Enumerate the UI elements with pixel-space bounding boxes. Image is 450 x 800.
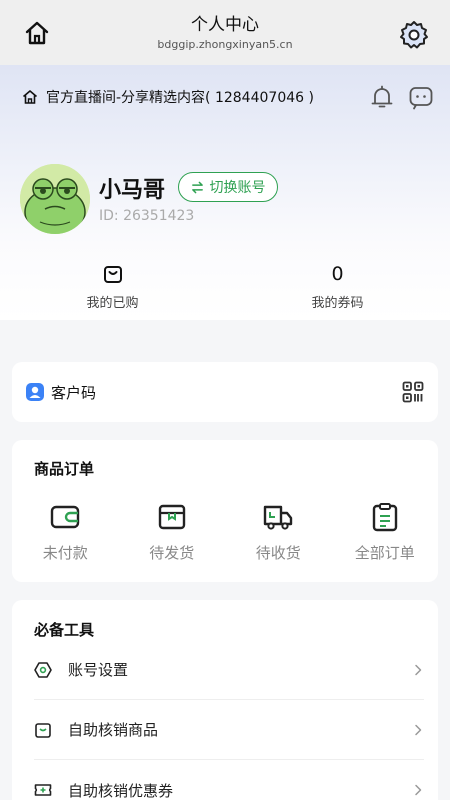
message-icon[interactable] — [408, 84, 434, 110]
tool-self-verify-coupons[interactable]: 自助核销优惠券 — [34, 760, 424, 800]
qr-code-icon[interactable] — [402, 381, 424, 403]
chevron-right-icon — [415, 724, 422, 735]
swap-icon — [191, 181, 203, 193]
customer-code-label: 客户码 — [51, 383, 97, 402]
order-to-ship[interactable]: 待发货 — [119, 502, 226, 563]
top-bar: 个人中心 bdggip.zhongxinyan5.cn — [0, 0, 450, 65]
bell-icon[interactable] — [369, 84, 395, 110]
orders-row: 未付款 待发货 待收货 全部订单 — [12, 502, 438, 563]
purchases-label: 我的已购 — [86, 296, 139, 311]
order-to-receive[interactable]: 待收货 — [225, 502, 332, 563]
orders-card: 商品订单 未付款 待发货 待收货 全部订单 — [12, 440, 438, 582]
my-coupons[interactable]: 0 我的券码 — [225, 262, 450, 322]
tool-label: 自助核销优惠券 — [68, 781, 174, 800]
switch-account-label: 切换账号 — [209, 180, 266, 196]
avatar[interactable] — [20, 164, 90, 234]
wallet-icon — [51, 505, 80, 529]
user-id: ID: 26351423 — [99, 208, 195, 224]
to-receive-label: 待收货 — [255, 544, 301, 562]
my-purchases[interactable]: 我的已购 — [0, 262, 225, 322]
page-title: 个人中心 — [190, 14, 259, 35]
tool-account-settings[interactable]: 账号设置 — [34, 640, 424, 700]
hexagon-icon — [34, 661, 52, 678]
coupon-count: 0 — [331, 263, 344, 285]
clipboard-icon — [372, 503, 397, 532]
chevron-right-icon — [415, 664, 422, 675]
tools-card: 必备工具 账号设置 自助核销商品 自助核销优惠券 — [12, 600, 438, 800]
to-ship-label: 待发货 — [149, 544, 195, 562]
unpaid-label: 未付款 — [42, 544, 88, 562]
page-url: bdggip.zhongxinyan5.cn — [157, 37, 293, 51]
tool-label: 账号设置 — [68, 661, 129, 679]
box-icon — [158, 504, 185, 530]
chevron-right-icon — [415, 784, 422, 796]
tool-label: 自助核销商品 — [68, 721, 159, 739]
all-orders-label: 全部订单 — [354, 544, 415, 562]
coupons-label: 我的券码 — [311, 296, 364, 311]
username: 小马哥 — [99, 178, 166, 203]
bag-icon — [35, 722, 51, 738]
home-small-icon — [22, 90, 38, 104]
order-unpaid[interactable]: 未付款 — [12, 502, 119, 563]
ticket-icon — [34, 784, 52, 796]
customer-code-card[interactable]: 客户码 — [12, 362, 438, 422]
truck-icon — [264, 505, 293, 530]
switch-account-button[interactable]: 切换账号 — [178, 172, 278, 202]
stats-row: 我的已购 0 我的券码 — [0, 262, 450, 322]
notice-text: 官方直播间-分享精选内容( 1284407046 ) — [46, 90, 314, 106]
orders-title: 商品订单 — [34, 460, 95, 478]
order-all[interactable]: 全部订单 — [332, 502, 439, 563]
live-room-notice[interactable]: 官方直播间-分享精选内容( 1284407046 ) — [22, 86, 314, 108]
home-icon[interactable] — [24, 20, 50, 46]
tools-title: 必备工具 — [34, 621, 95, 639]
tool-self-verify-goods[interactable]: 自助核销商品 — [34, 700, 424, 760]
gear-icon[interactable] — [399, 20, 429, 50]
user-badge-icon — [26, 383, 44, 401]
purchases-icon — [103, 262, 123, 286]
